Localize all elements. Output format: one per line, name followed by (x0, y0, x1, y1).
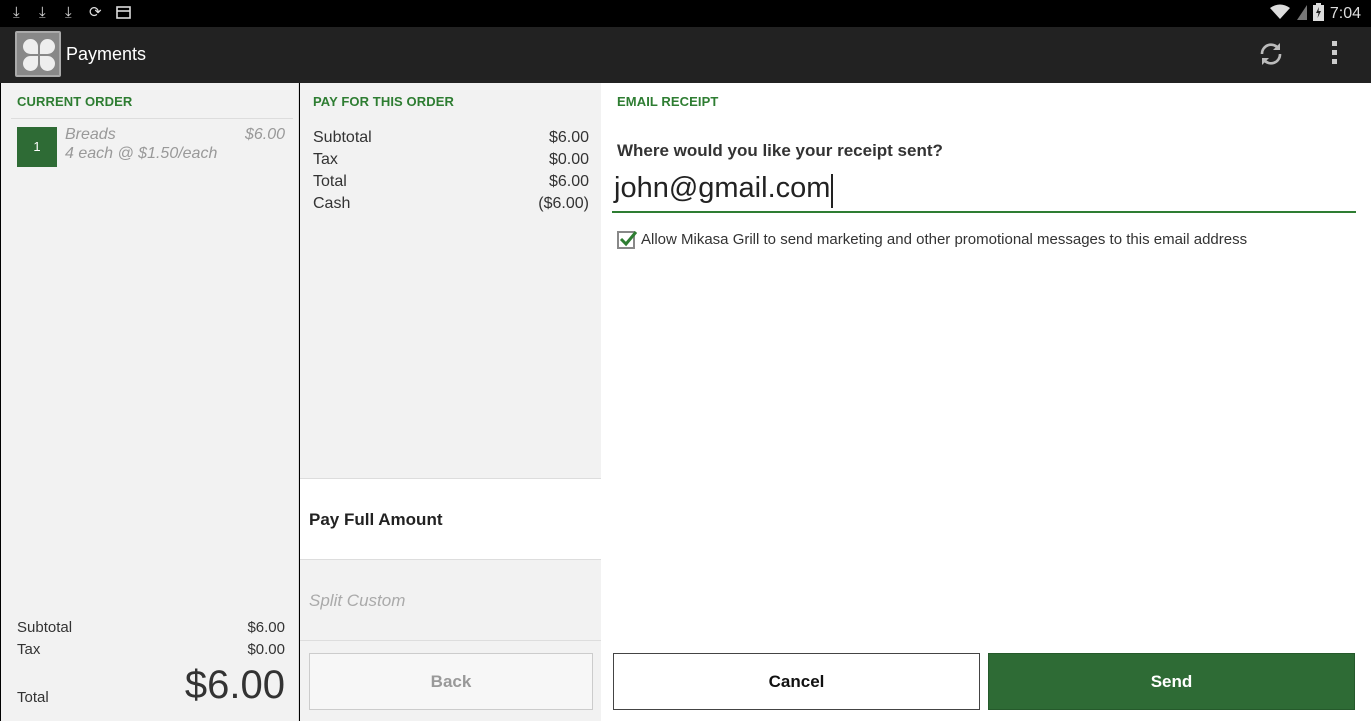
pay-subtotal-row: Subtotal $6.00 (313, 129, 589, 147)
divider (300, 640, 601, 641)
email-receipt-panel: EMAIL RECEIPT Where would you like your … (601, 83, 1371, 721)
email-value: john@gmail.com (614, 172, 831, 204)
pay-panel: PAY FOR THIS ORDER Subtotal $6.00 Tax $0… (300, 83, 601, 721)
pay-tax-row: Tax $0.00 (313, 151, 589, 169)
tax-row: Tax $0.00 (17, 641, 285, 658)
page-title: Payments (66, 44, 147, 64)
card-icon (116, 6, 131, 24)
back-button[interactable]: Back (309, 653, 593, 710)
download-icon: ⤓ (39, 4, 46, 21)
battery-charging-icon (1312, 2, 1324, 26)
sync-icon: ⟳ (89, 4, 102, 21)
pay-tax-value: $0.00 (548, 151, 589, 168)
pay-full-amount-label: Pay Full Amount (309, 510, 443, 529)
item-detail: 4 each @ $1.50/each (65, 145, 218, 162)
checkmark-icon (619, 231, 638, 247)
action-bar: Payments (0, 27, 1371, 83)
marketing-consent-checkbox[interactable] (617, 231, 638, 249)
cancel-button[interactable]: Cancel (613, 653, 980, 710)
pay-cash-label: Cash (313, 195, 351, 212)
signal-icon (1296, 4, 1307, 25)
pay-cash-row: Cash ($6.00) (313, 195, 589, 213)
split-custom-option[interactable]: Split Custom (300, 559, 601, 640)
total-label: Total (17, 689, 49, 706)
subtotal-row: Subtotal $6.00 (17, 619, 285, 636)
overflow-menu-icon[interactable] (1329, 41, 1339, 69)
item-name: Breads (65, 126, 116, 143)
pay-subtotal-label: Subtotal (313, 129, 372, 146)
current-order-header: CURRENT ORDER (17, 94, 133, 109)
pay-total-label: Total (313, 173, 347, 190)
tax-label: Tax (17, 641, 41, 658)
subtotal-label: Subtotal (17, 619, 73, 636)
download-icon: ⤓ (65, 4, 72, 21)
total-value: $6.00 (184, 663, 285, 707)
email-field[interactable]: john@gmail.com (612, 169, 1356, 213)
split-custom-label: Split Custom (309, 591, 406, 610)
pay-tax-label: Tax (313, 151, 338, 168)
app-logo-icon[interactable] (15, 31, 61, 77)
pay-cash-value: ($6.00) (538, 195, 589, 212)
status-bar: ⤓ ⤓ ⤓ ⟳ 7:04 (0, 0, 1371, 27)
pay-total-row: Total $6.00 (313, 173, 589, 191)
item-price: $6.00 (244, 126, 285, 143)
list-item[interactable]: 1 Breads 4 each @ $1.50/each $6.00 (17, 125, 287, 171)
current-order-panel: CURRENT ORDER 1 Breads 4 each @ $1.50/ea… (1, 83, 299, 721)
text-cursor (831, 174, 834, 208)
subtotal-value: $6.00 (247, 619, 285, 636)
pay-full-amount-option[interactable]: Pay Full Amount (300, 478, 601, 559)
send-button[interactable]: Send (988, 653, 1355, 710)
wifi-icon (1269, 4, 1291, 25)
pay-subtotal-value: $6.00 (548, 129, 589, 146)
tax-value: $0.00 (247, 641, 285, 658)
total-row: Total $6.00 (17, 663, 285, 713)
clock-time: 7:04 (1329, 5, 1361, 22)
pay-total-value: $6.00 (548, 173, 589, 190)
receipt-question: Where would you like your receipt sent? (617, 141, 943, 160)
download-icon: ⤓ (13, 4, 20, 21)
refresh-icon[interactable] (1256, 39, 1286, 69)
divider (11, 118, 293, 119)
pay-header: PAY FOR THIS ORDER (313, 94, 454, 109)
email-receipt-header: EMAIL RECEIPT (617, 94, 719, 109)
quantity-badge: 1 (17, 127, 57, 167)
marketing-consent-label[interactable]: Allow Mikasa Grill to send marketing and… (641, 231, 1247, 248)
